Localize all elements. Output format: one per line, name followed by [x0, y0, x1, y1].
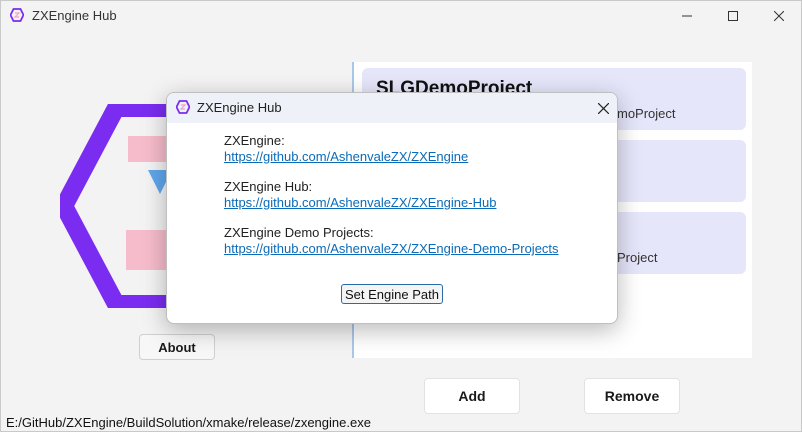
link-zxengine[interactable]: https://github.com/AshenvaleZX/ZXEngine	[224, 149, 604, 165]
dialog-title-bar[interactable]: ZXEngine Hub	[167, 93, 617, 123]
window-title: ZXEngine Hub	[32, 8, 117, 23]
set-engine-path-button[interactable]: Set Engine Path	[341, 284, 443, 304]
app-icon	[10, 8, 24, 22]
engine-path-text: E:/GitHub/ZXEngine/BuildSolution/xmake/r…	[6, 415, 371, 430]
link-zxengine-demo-projects[interactable]: https://github.com/AshenvaleZX/ZXEngine-…	[224, 241, 604, 257]
add-button[interactable]: Add	[424, 378, 520, 414]
maximize-button[interactable]	[710, 0, 756, 32]
link-label: ZXEngine:	[224, 133, 285, 148]
dialog-title: ZXEngine Hub	[197, 100, 282, 115]
project-subtitle: moProject	[617, 106, 676, 121]
close-icon	[774, 11, 784, 21]
link-label: ZXEngine Demo Projects:	[224, 225, 374, 240]
dialog-body: ZXEngine: https://github.com/AshenvaleZX…	[224, 133, 604, 271]
title-bar[interactable]: ZXEngine Hub	[0, 0, 802, 32]
about-dialog[interactable]: ZXEngine Hub ZXEngine: https://github.co…	[166, 92, 618, 324]
maximize-icon	[728, 11, 738, 21]
minimize-icon	[682, 15, 692, 17]
remove-button[interactable]: Remove	[584, 378, 680, 414]
link-label: ZXEngine Hub:	[224, 179, 313, 194]
about-button[interactable]: About	[139, 334, 215, 360]
app-icon	[176, 100, 190, 114]
link-zxengine-hub[interactable]: https://github.com/AshenvaleZX/ZXEngine-…	[224, 195, 604, 211]
minimize-button[interactable]	[664, 0, 710, 32]
close-icon	[597, 102, 609, 114]
dialog-close-button[interactable]	[591, 95, 615, 121]
close-button[interactable]	[756, 0, 802, 32]
project-subtitle: Project	[617, 250, 658, 265]
